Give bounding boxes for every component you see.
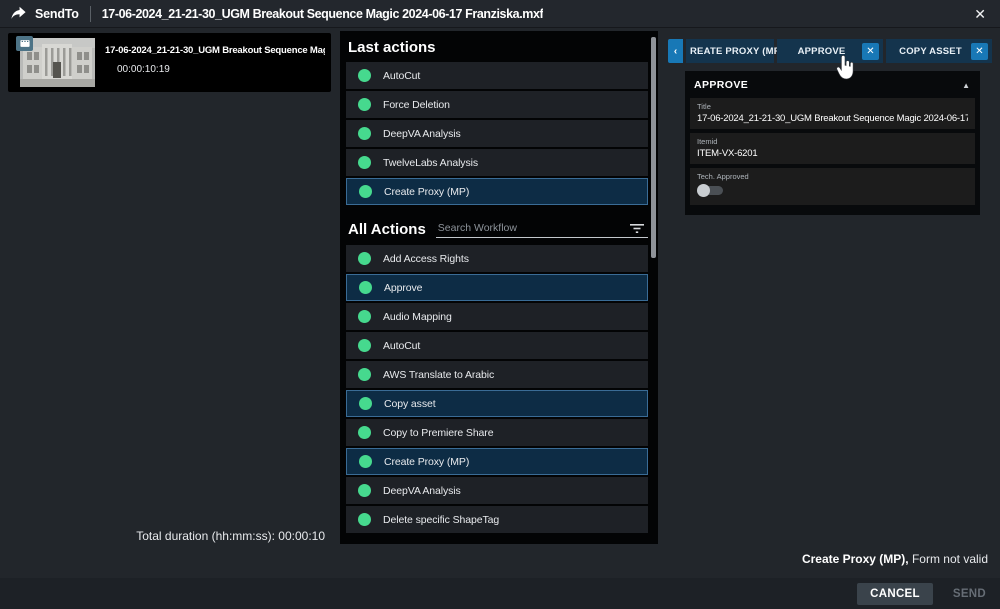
actions-scrollbar[interactable] xyxy=(651,37,656,258)
send-to-icon xyxy=(10,5,27,22)
remove-chip-icon[interactable]: ✕ xyxy=(862,43,879,60)
approve-form-header[interactable]: APPROVE ▲ xyxy=(690,71,975,98)
asset-thumbnail xyxy=(20,38,95,87)
collapse-icon[interactable]: ▲ xyxy=(962,81,970,90)
action-item-copy-premiere-share[interactable]: Copy to Premiere Share xyxy=(346,419,648,446)
action-item-autocut-all[interactable]: AutoCut xyxy=(346,332,648,359)
chevron-left-icon[interactable]: ‹ xyxy=(668,39,683,63)
send-button[interactable]: SEND xyxy=(953,588,986,600)
search-workflow-input[interactable] xyxy=(438,222,630,234)
search-workflow-wrap xyxy=(436,222,648,238)
cancel-button[interactable]: CANCEL xyxy=(857,583,933,605)
action-item-twelvelabs-analysis[interactable]: TwelveLabs Analysis xyxy=(346,149,648,176)
asset-info: 17-06-2024_21-21-30_UGM Breakout Sequenc… xyxy=(95,33,331,92)
filter-icon[interactable] xyxy=(630,223,644,234)
action-item-create-proxy-selected[interactable]: Create Proxy (MP) xyxy=(346,178,648,205)
action-item-deepva-analysis-all[interactable]: DeepVA Analysis xyxy=(346,477,648,504)
chip-approve[interactable]: APPROVE ✕ xyxy=(777,39,883,63)
actions-panel: Last actions AutoCut Force Deletion Deep… xyxy=(340,31,658,544)
dialog-asset-title: 17-06-2024_21-21-30_UGM Breakout Sequenc… xyxy=(102,7,544,21)
status-dot-icon xyxy=(358,368,371,381)
dialog-footer: CANCEL SEND xyxy=(0,578,1000,609)
status-dot-icon xyxy=(358,98,371,111)
asset-title: 17-06-2024_21-21-30_UGM Breakout Sequenc… xyxy=(105,45,325,56)
action-item-aws-translate[interactable]: AWS Translate to Arabic xyxy=(346,361,648,388)
asset-duration: 00:00:10:19 xyxy=(117,64,325,75)
action-item-force-deletion[interactable]: Force Deletion xyxy=(346,91,648,118)
action-item-autocut[interactable]: AutoCut xyxy=(346,62,648,89)
status-dot-icon xyxy=(358,513,371,526)
sendto-dialog: SendTo 17-06-2024_21-21-30_UGM Breakout … xyxy=(0,0,1000,609)
approve-form-panel: APPROVE ▲ Title 17-06-2024_21-21-30_UGM … xyxy=(685,71,980,215)
action-item-delete-shapetag[interactable]: Delete specific ShapeTag xyxy=(346,506,648,533)
status-dot-icon xyxy=(358,426,371,439)
titlebar-divider xyxy=(90,6,91,22)
status-dot-icon xyxy=(358,484,371,497)
action-item-add-access-rights[interactable]: Add Access Rights xyxy=(346,245,648,272)
chip-copy-asset[interactable]: COPY ASSET ✕ xyxy=(886,39,992,63)
action-item-approve-selected[interactable]: Approve xyxy=(346,274,648,301)
action-item-create-proxy-all-selected[interactable]: Create Proxy (MP) xyxy=(346,448,648,475)
all-actions-bar: All Actions xyxy=(348,221,648,238)
status-dot-icon xyxy=(359,455,372,468)
video-type-badge xyxy=(16,36,33,51)
status-message-text: Form not valid xyxy=(909,552,988,566)
tech-approved-field: Tech. Approved xyxy=(690,168,975,205)
last-actions-header: Last actions xyxy=(348,39,648,56)
dialog-app-label: SendTo xyxy=(35,7,79,21)
status-dot-icon xyxy=(359,397,372,410)
dialog-titlebar: SendTo 17-06-2024_21-21-30_UGM Breakout … xyxy=(0,0,1000,28)
status-dot-icon xyxy=(358,310,371,323)
selected-actions-chips: ‹ REATE PROXY (MP) ✕ APPROVE ✕ COPY ASSE… xyxy=(668,39,992,63)
film-icon xyxy=(20,39,30,48)
close-icon[interactable]: ✕ xyxy=(974,5,986,23)
tech-approved-toggle[interactable] xyxy=(697,184,725,197)
remove-chip-icon[interactable]: ✕ xyxy=(971,43,988,60)
action-item-deepva-analysis[interactable]: DeepVA Analysis xyxy=(346,120,648,147)
chip-create-proxy[interactable]: REATE PROXY (MP) ✕ xyxy=(686,39,774,63)
status-dot-icon xyxy=(358,252,371,265)
status-action-name: Create Proxy (MP), xyxy=(802,552,909,566)
status-dot-icon xyxy=(358,339,371,352)
status-dot-icon xyxy=(358,69,371,82)
status-dot-icon xyxy=(358,156,371,169)
action-item-copy-asset-selected[interactable]: Copy asset xyxy=(346,390,648,417)
action-item-audio-mapping[interactable]: Audio Mapping xyxy=(346,303,648,330)
status-dot-icon xyxy=(358,127,371,140)
form-status-message: Create Proxy (MP), Form not valid xyxy=(802,552,988,566)
all-actions-header: All Actions xyxy=(348,221,426,238)
asset-card[interactable]: 17-06-2024_21-21-30_UGM Breakout Sequenc… xyxy=(8,33,331,92)
itemid-field[interactable]: Itemid ITEM-VX-6201 xyxy=(690,133,975,164)
status-dot-icon xyxy=(359,281,372,294)
status-dot-icon xyxy=(359,185,372,198)
title-field[interactable]: Title 17-06-2024_21-21-30_UGM Breakout S… xyxy=(690,98,975,129)
total-duration-label: Total duration (hh:mm:ss): 00:00:10 xyxy=(0,529,325,543)
